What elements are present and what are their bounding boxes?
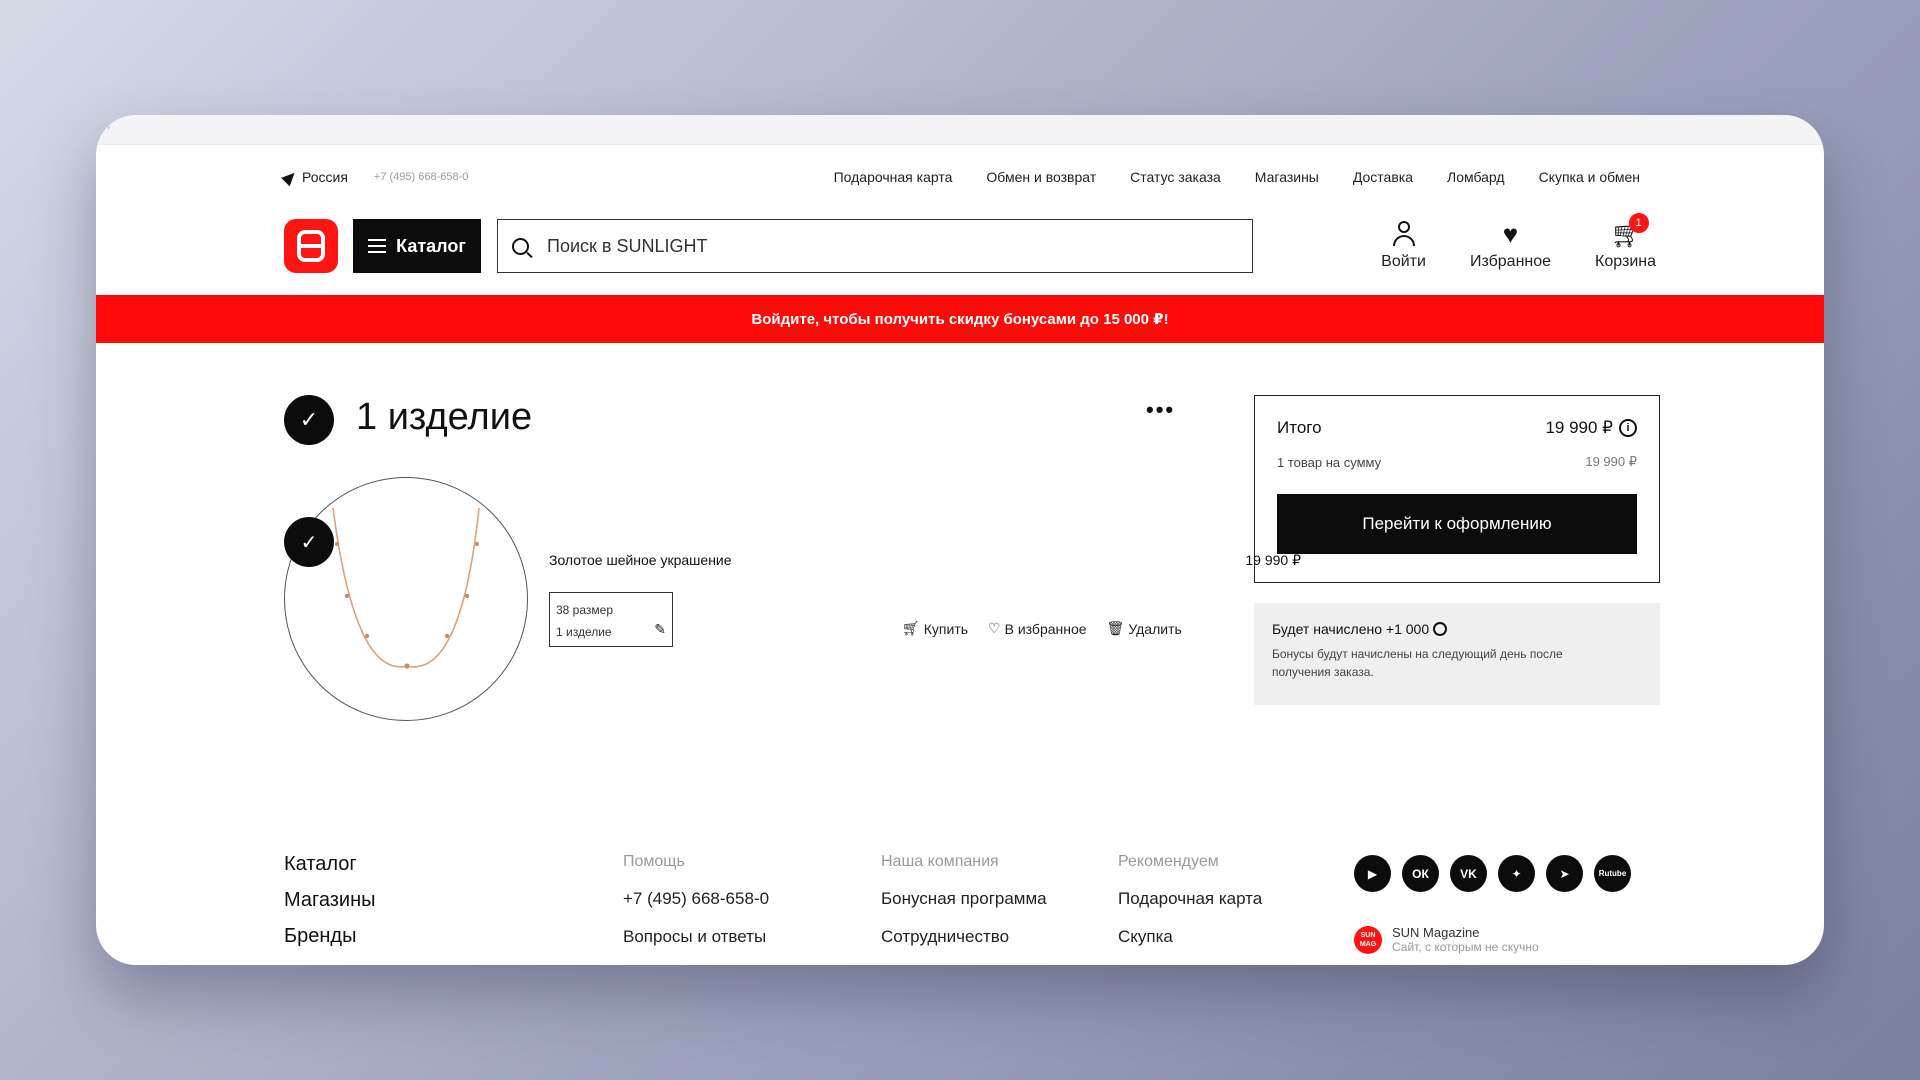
odnoklassniki-icon[interactable]: ОК: [1402, 855, 1439, 892]
browser-top-strip: ⁝⁝: [96, 115, 1824, 145]
footer-company-bonus[interactable]: Бонусная программа: [881, 889, 1047, 927]
region-selector[interactable]: Россия: [281, 168, 348, 186]
vk-icon[interactable]: VK: [1450, 855, 1487, 892]
sun-magazine-title: SUN Magazine: [1392, 925, 1480, 940]
favorite-label: В избранное: [1004, 620, 1087, 637]
site-header: Каталог Войти ♥ Избранное 🛒︎1 Корзина: [284, 213, 1656, 273]
footer-help-phone[interactable]: +7 (495) 668-658-0: [623, 889, 769, 927]
footer-link-stores[interactable]: Магазины: [284, 889, 376, 925]
edit-pencil-icon[interactable]: ✎: [654, 618, 666, 640]
browser-window: ⁝⁝ Россия +7 (495) 668-658-0 Подарочная …: [96, 115, 1824, 965]
youtube-icon[interactable]: ▶: [1354, 855, 1391, 892]
cart-count-badge: 1: [1628, 213, 1649, 233]
social-links: ▶ ОК VK ✦ ➤ Rutube: [1354, 855, 1631, 892]
footer-link-catalog[interactable]: Каталог: [284, 853, 376, 889]
window-menu-icon[interactable]: ⁝⁝: [104, 121, 110, 132]
footer-company-column: Наша компания Бонусная программа Сотрудн…: [881, 853, 1047, 965]
footer-company-heading: Наша компания: [881, 853, 999, 870]
summary-title: Итого: [1277, 418, 1322, 437]
banner-text: Войдите, чтобы получить скидку бонусами …: [751, 311, 1169, 328]
region-label: Россия: [302, 169, 348, 185]
footer-help-faq[interactable]: Вопросы и ответы: [623, 927, 769, 965]
delete-label: Удалить: [1128, 620, 1182, 637]
header-actions: Войти ♥ Избранное 🛒︎ 1 Корзина: [1381, 213, 1656, 271]
favorites-button[interactable]: ♥ Избранное: [1470, 221, 1551, 271]
summary-subtotal: 19 990 ₽: [1585, 454, 1637, 469]
cart-label: Корзина: [1595, 253, 1656, 270]
sun-magazine-logo: SUN MAG: [1354, 925, 1382, 954]
item-checkbox[interactable]: ✓: [284, 517, 334, 567]
sunlight-logo[interactable]: [284, 219, 338, 273]
top-links-bar: Россия +7 (495) 668-658-0 Подарочная кар…: [281, 162, 1640, 192]
search-icon: [512, 237, 529, 255]
necklace-image: [332, 507, 480, 669]
cart-title: 1 изделие: [356, 396, 533, 438]
footer-recommend-buyback[interactable]: Скупка: [1118, 927, 1262, 965]
hamburger-icon: [368, 239, 387, 253]
footer-recommend-gift-card[interactable]: Подарочная карта: [1118, 889, 1262, 927]
more-options-button[interactable]: •••: [1146, 397, 1175, 423]
trash-icon: 🗑︎: [1106, 620, 1125, 636]
footer-recommend-column: Рекомендуем Подарочная карта Скупка: [1118, 853, 1262, 965]
top-link-gift-card[interactable]: Подарочная карта: [834, 169, 953, 185]
cart-icon: 🛒︎ 1: [1611, 213, 1649, 247]
heart-outline-icon: ♡: [988, 620, 1001, 636]
favorites-label: Избранное: [1469, 253, 1552, 270]
top-link-pawnshop[interactable]: Ломбард: [1447, 169, 1505, 185]
buy-label: Купить: [923, 620, 969, 637]
delete-button[interactable]: 🗑︎ Удалить: [1107, 620, 1182, 637]
login-button[interactable]: Войти: [1381, 221, 1426, 271]
login-label: Войти: [1381, 253, 1426, 270]
search-box[interactable]: [497, 219, 1253, 273]
bonus-description: Бонусы будут начислены на следующий день…: [1272, 647, 1563, 679]
checkout-button[interactable]: Перейти к оформлению: [1277, 494, 1637, 554]
top-phone[interactable]: +7 (495) 668-658-0: [374, 171, 468, 183]
product-name[interactable]: Золотое шейное украшение: [549, 552, 732, 568]
variant-size: 38 размер: [556, 603, 613, 617]
top-link-stores[interactable]: Магазины: [1255, 169, 1319, 185]
footer-recommend-heading: Рекомендуем: [1118, 853, 1219, 870]
footer-help-heading: Помощь: [623, 853, 685, 870]
top-link-order-status[interactable]: Статус заказа: [1130, 169, 1221, 185]
item-actions: 🛒︎ Купить ♡ В избранное 🗑︎ Удалить: [902, 620, 1182, 637]
top-link-delivery[interactable]: Доставка: [1353, 169, 1413, 185]
footer-main-links: Каталог Магазины Бренды: [284, 853, 376, 961]
telegram-icon[interactable]: ➤: [1546, 855, 1583, 892]
summary-subtitle: 1 товар на сумму: [1277, 454, 1382, 470]
cart-button[interactable]: 🛒︎ 1 Корзина: [1595, 213, 1656, 271]
catalog-button[interactable]: Каталог: [353, 219, 481, 273]
login-promo-banner[interactable]: Войдите, чтобы получить скидку бонусами …: [96, 295, 1824, 343]
sun-magazine-link[interactable]: SUN MAG SUN Magazine Сайт, с которым не …: [1354, 925, 1539, 954]
buy-button[interactable]: 🛒︎ Купить: [902, 620, 968, 637]
bonus-coin-icon: [1433, 622, 1448, 636]
product-image[interactable]: [284, 477, 528, 721]
order-summary: Итого 19 990 ₽ i 1 товар на сумму 19 990…: [1254, 395, 1660, 583]
summary-total: 19 990 ₽: [1545, 418, 1613, 437]
info-icon[interactable]: i: [1619, 419, 1637, 437]
heart-icon: ♥: [1502, 219, 1519, 249]
checkout-label: Перейти к оформлению: [1362, 514, 1552, 533]
sun-magazine-subtitle: Сайт, с которым не скучно: [1392, 940, 1539, 954]
top-link-buyback[interactable]: Скупка и обмен: [1539, 169, 1640, 185]
bonus-title: Будет начислено +1 000: [1272, 621, 1430, 637]
location-arrow-icon: [281, 168, 299, 186]
footer-company-partnership[interactable]: Сотрудничество: [881, 927, 1047, 965]
bonus-info-panel: Будет начислено +1 000 Бонусы будут начи…: [1254, 603, 1660, 705]
add-to-favorites-button[interactable]: ♡ В избранное: [988, 620, 1087, 637]
footer-link-brands[interactable]: Бренды: [284, 925, 376, 961]
top-link-exchange[interactable]: Обмен и возврат: [986, 169, 1096, 185]
select-all-checkbox[interactable]: ✓: [284, 395, 334, 445]
top-nav-links: Подарочная карта Обмен и возврат Статус …: [834, 169, 1640, 185]
footer-help-column: Помощь +7 (495) 668-658-0 Вопросы и отве…: [623, 853, 769, 965]
search-input[interactable]: [547, 235, 1147, 257]
user-icon: [1389, 221, 1419, 247]
dzen-icon[interactable]: ✦: [1498, 855, 1535, 892]
catalog-label: Каталог: [396, 235, 466, 256]
cart-small-icon: 🛒︎: [902, 620, 920, 636]
rutube-icon[interactable]: Rutube: [1594, 855, 1631, 892]
variant-quantity: 1 изделие: [556, 625, 612, 639]
variant-selector[interactable]: 38 размер 1 изделие ✎: [549, 592, 673, 647]
